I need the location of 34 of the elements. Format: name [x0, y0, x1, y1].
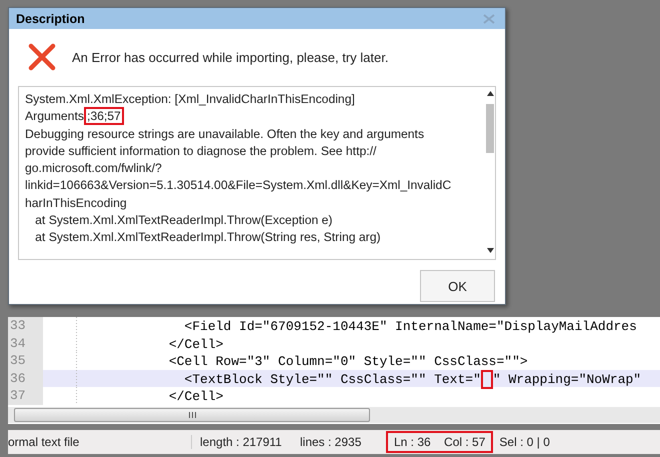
error-message: An Error has occurred while importing, please, try later. — [72, 50, 388, 64]
line-number: 37 — [8, 387, 43, 404]
status-text: Ln : 36 Col : 57 — [386, 431, 494, 453]
status-text: lines : 2935 — [300, 435, 362, 449]
error-icon — [28, 43, 56, 71]
code-line: </Cell> — [168, 389, 224, 404]
code-line: <Field Id="6709152-10443E" InternalName="DisplayMailAddres — [183, 319, 637, 334]
details-line: go.microsoft.com/fwlink/? — [25, 160, 163, 178]
dialog-title: Description — [16, 12, 85, 26]
line-number: 36 — [8, 370, 43, 387]
status-text: ormal text file — [8, 435, 192, 449]
code-line: <Cell Row="3" Column="0" Style="" CssClass=""> — [168, 354, 528, 369]
details-line: System.Xml.XmlException: [Xml_InvalidCharInThisEncoding] — [25, 91, 356, 108]
details-text-area[interactable] — [18, 86, 496, 260]
details-line: harInThisEncoding — [25, 194, 128, 212]
scroll-down-icon[interactable] — [487, 248, 494, 253]
details-line: Debugging resource strings are unavailable. Often the key and arguments — [25, 126, 426, 143]
details-line: linkid=106663&Version=5.1.30514.00&File=System.Xml.dll&Key=Xml_InvalidC — [25, 177, 452, 194]
details-line: provide sufficient information to diagnose the problem. See http:// — [25, 142, 378, 160]
status-text: length : 217911 — [199, 435, 283, 449]
line-number: 35 — [8, 352, 43, 370]
line-number: 33 — [8, 317, 43, 334]
scrollbar-thumb[interactable] — [486, 104, 494, 153]
status-text: Sel : 0 | 0 — [499, 435, 550, 449]
scrollbar-thumb[interactable] — [14, 408, 370, 422]
details-line: at System.Xml.XmlTextReaderImpl.Throw(Exception e) — [34, 212, 334, 230]
ok-button[interactable]: OK — [420, 270, 495, 302]
scroll-up-icon[interactable] — [487, 91, 494, 96]
code-line: </Cell> — [168, 336, 224, 352]
horizontal-scrollbar[interactable] — [8, 406, 660, 422]
details-line: at System.Xml.XmlTextReaderImpl.Throw(String res, String arg) — [34, 229, 382, 246]
line-number: 34 — [8, 334, 43, 352]
code-line: <TextBlock Style="" CssClass="" Text=" " Wrapping="NoWrap" — [44, 372, 642, 386]
details-line: Arguments ;36;57 — [25, 108, 485, 126]
